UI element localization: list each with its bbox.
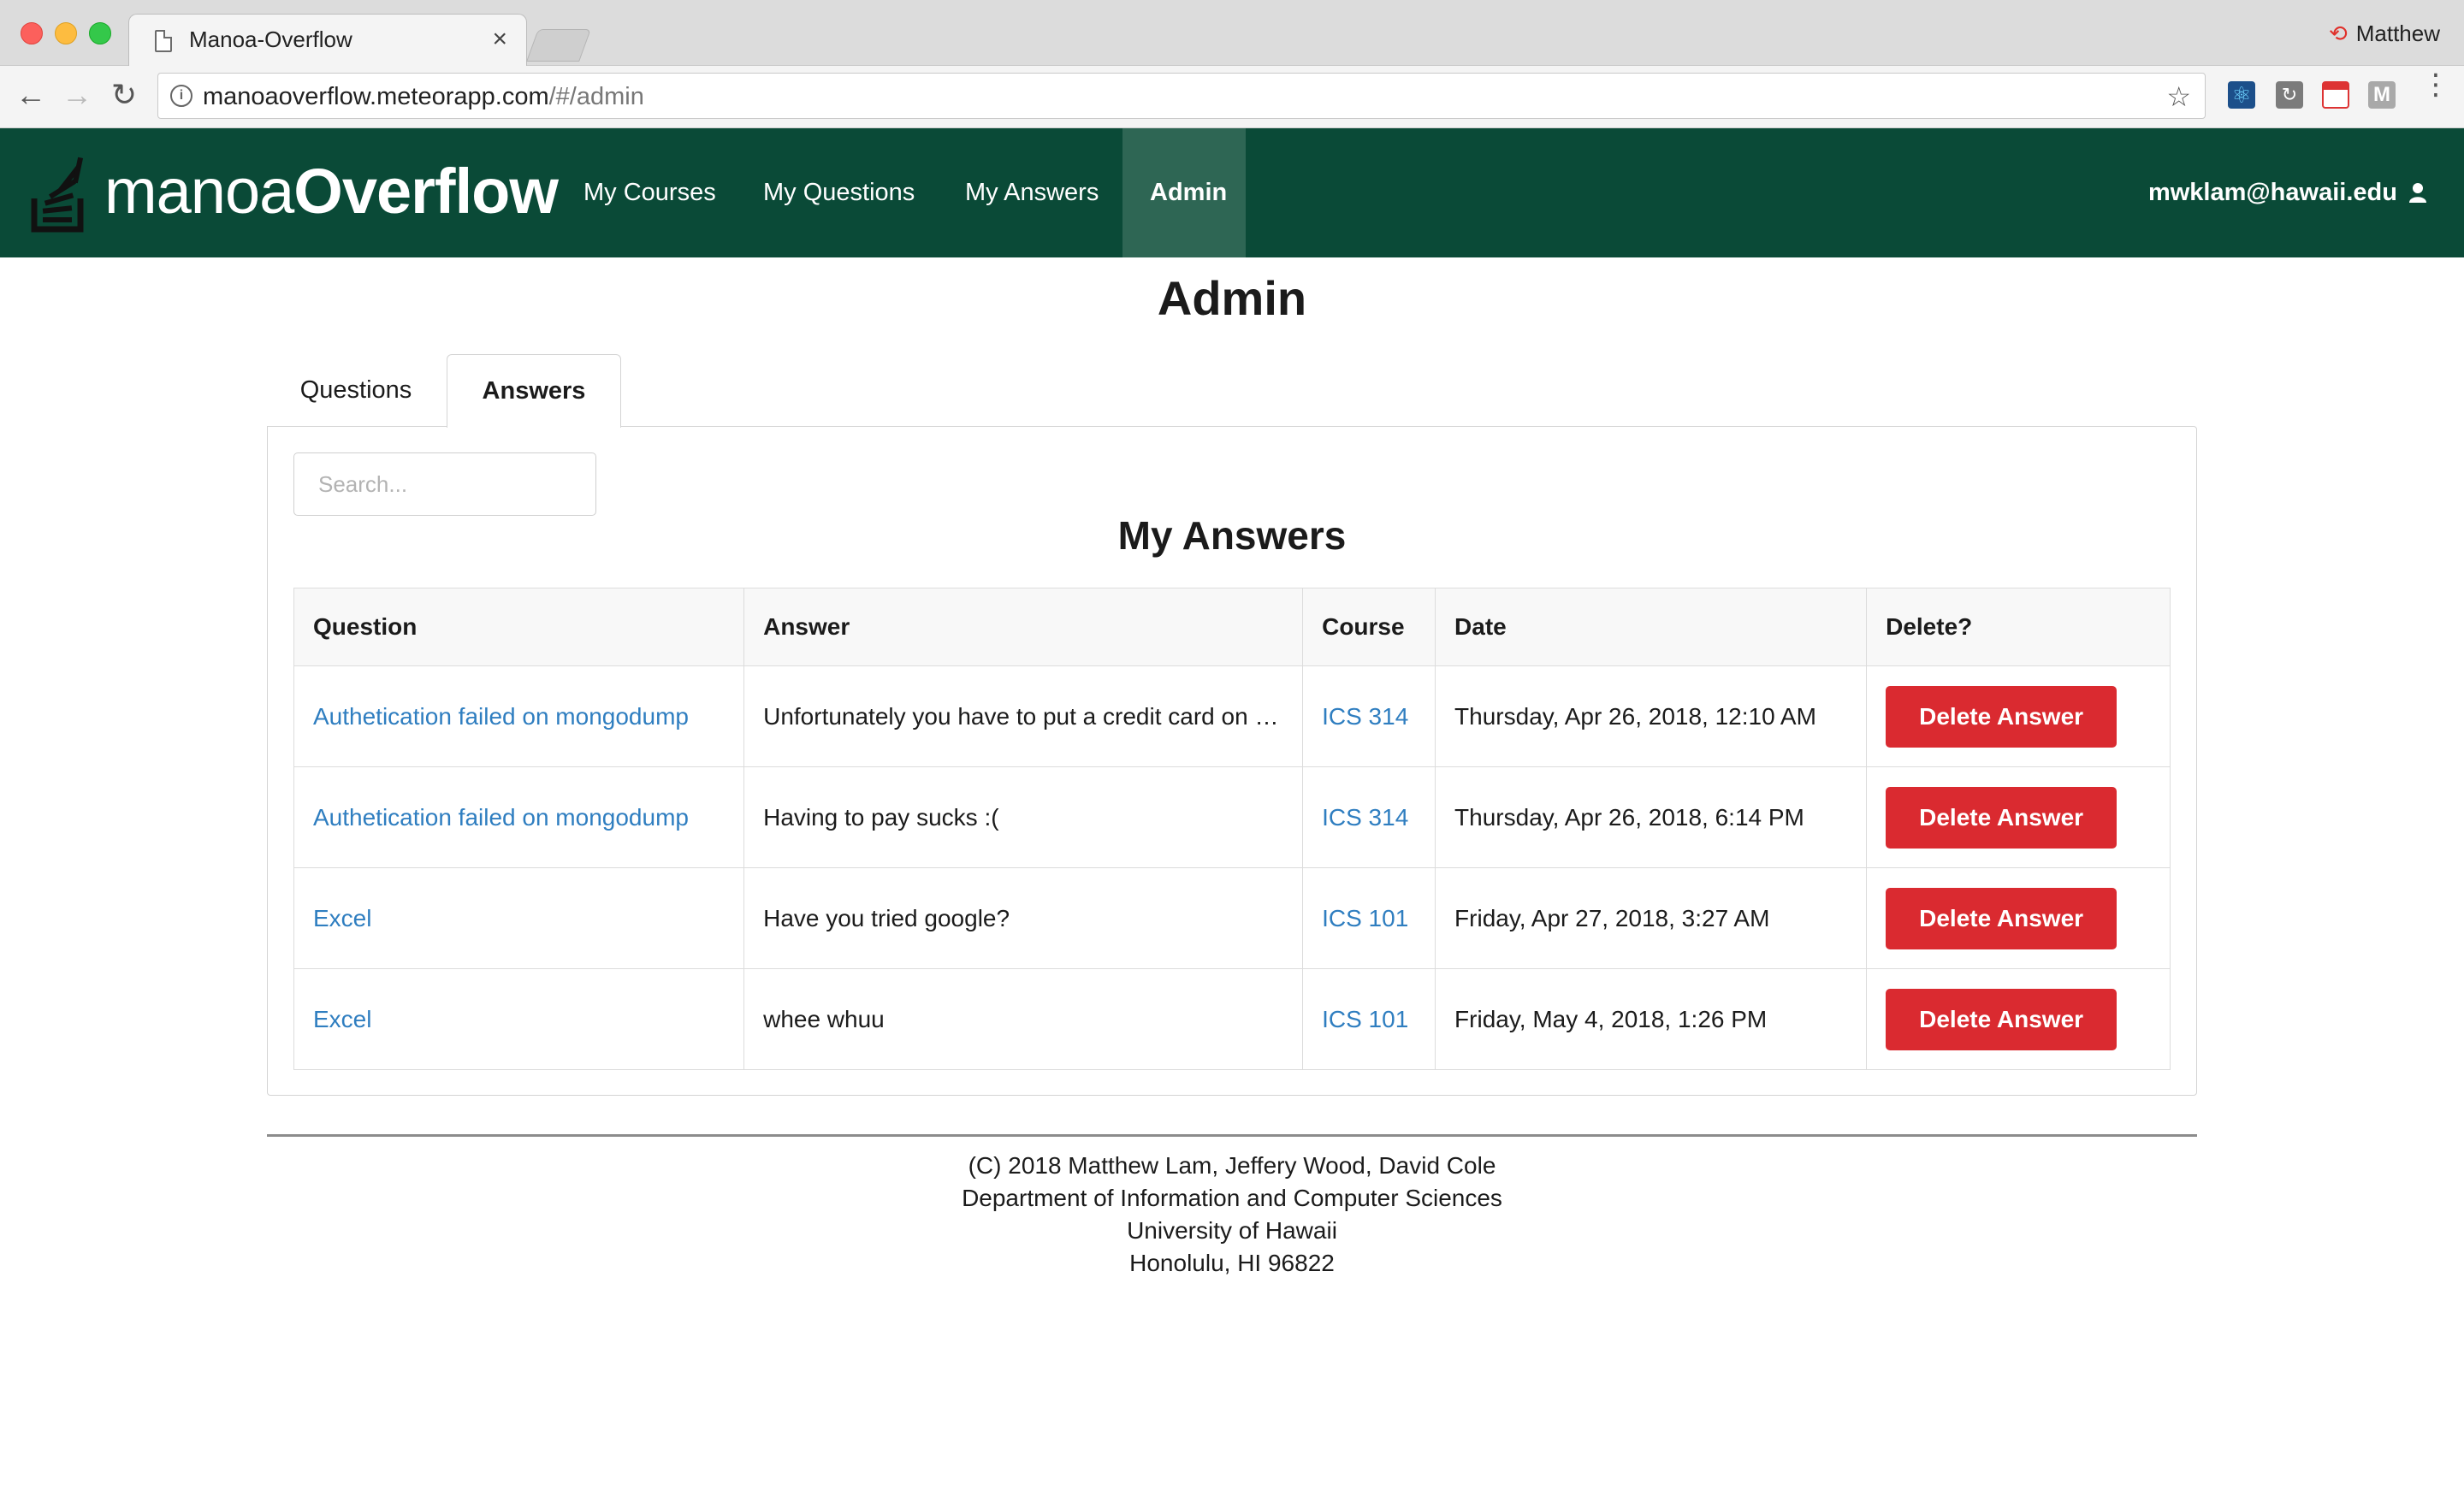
- delete-answer-button[interactable]: Delete Answer: [1886, 786, 2118, 849]
- footer-address: Honolulu, HI 96822: [1129, 1250, 1335, 1276]
- brand-logo-text[interactable]: manoaOverflow: [104, 156, 559, 227]
- url-path: /#/admin: [548, 83, 644, 110]
- answers-table: Question Answer Course Date Delete? Auth…: [293, 588, 2171, 1070]
- question-link[interactable]: Excel: [313, 905, 371, 931]
- course-cell: ICS 314: [1302, 766, 1436, 868]
- calendar-extension-icon[interactable]: [2322, 81, 2349, 109]
- footer-university: University of Hawaii: [1127, 1217, 1337, 1244]
- date-cell: Thursday, Apr 26, 2018, 6:14 PM: [1435, 766, 1868, 868]
- answer-cell: whee whuu: [743, 968, 1304, 1070]
- question-cell: Authetication failed on mongodump: [293, 766, 745, 868]
- footer-copyright: (C) 2018 Matthew Lam, Jeffery Wood, Davi…: [968, 1152, 1496, 1179]
- delete-answer-button[interactable]: Delete Answer: [1886, 685, 2118, 748]
- extension-icon[interactable]: ↻: [2276, 81, 2303, 109]
- document-icon: [155, 30, 172, 52]
- answer-text: whee whuu: [763, 1005, 885, 1032]
- sync-error-icon: ⟲: [2328, 21, 2348, 46]
- nav-my-answers[interactable]: My Answers: [938, 128, 1126, 257]
- browser-toolbar: ← → ↻ i manoaoverflow.meteorapp.com/#/ad…: [0, 66, 2464, 128]
- table-row: Excel Have you tried google? ICS 101 Fri…: [293, 867, 2171, 969]
- date-cell: Friday, May 4, 2018, 1:26 PM: [1435, 968, 1868, 1070]
- header-question: Question: [293, 588, 745, 666]
- question-link[interactable]: Authetication failed on mongodump: [313, 804, 689, 831]
- header-delete: Delete?: [1866, 588, 2171, 666]
- section-title: My Answers: [1117, 513, 1347, 558]
- footer-divider: [267, 1134, 2197, 1137]
- delete-cell: Delete Answer: [1866, 766, 2171, 868]
- tab-answers[interactable]: Answers: [447, 354, 621, 428]
- stack-logo-icon[interactable]: [31, 152, 92, 233]
- maximize-window-button[interactable]: [89, 22, 111, 44]
- new-tab-button[interactable]: [526, 29, 591, 62]
- delete-cell: Delete Answer: [1866, 968, 2171, 1070]
- footer: (C) 2018 Matthew Lam, Jeffery Wood, Davi…: [0, 1150, 2464, 1280]
- table-row: Excel whee whuu ICS 101 Friday, May 4, 2…: [293, 968, 2171, 1070]
- delete-cell: Delete Answer: [1866, 867, 2171, 969]
- answer-cell: Having to pay sucks :(: [743, 766, 1304, 868]
- browser-menu-icon[interactable]: ⋮: [2421, 70, 2450, 99]
- date-cell: Friday, Apr 27, 2018, 3:27 AM: [1435, 867, 1868, 969]
- table-row: Authetication failed on mongodump Having…: [293, 766, 2171, 868]
- delete-cell: Delete Answer: [1866, 665, 2171, 767]
- question-link[interactable]: Authetication failed on mongodump: [313, 703, 689, 730]
- course-cell: ICS 314: [1302, 665, 1436, 767]
- tab-questions[interactable]: Questions: [267, 354, 445, 427]
- course-link[interactable]: ICS 101: [1322, 905, 1408, 931]
- tab-close-icon[interactable]: ×: [492, 25, 507, 54]
- header-answer: Answer: [743, 588, 1304, 666]
- browser-titlebar: Manoa-Overflow × ⟲ Matthew: [0, 0, 2464, 67]
- user-account-link[interactable]: mwklam@hawaii.edu: [2148, 128, 2426, 257]
- delete-answer-button[interactable]: Delete Answer: [1886, 887, 2118, 949]
- course-link[interactable]: ICS 314: [1322, 703, 1408, 730]
- answers-panel: My Answers Question Answer Course Date D…: [267, 426, 2197, 1096]
- question-cell: Excel: [293, 968, 745, 1070]
- course-cell: ICS 101: [1302, 968, 1436, 1070]
- search-input[interactable]: [293, 452, 596, 516]
- profile-name: Matthew: [2355, 21, 2440, 46]
- answer-text: Having to pay sucks :(: [763, 803, 999, 831]
- question-link[interactable]: Excel: [313, 1006, 371, 1032]
- answer-text: Unfortunately you have to put a credit c…: [763, 702, 1284, 730]
- brand-bold: Overflow: [293, 156, 559, 227]
- react-devtools-extension-icon[interactable]: ⚛: [2228, 81, 2255, 109]
- address-bar[interactable]: i manoaoverflow.meteorapp.com/#/admin ☆: [157, 73, 2206, 119]
- header-course: Course: [1302, 588, 1436, 666]
- url-host: manoaoverflow.meteorapp.com: [203, 83, 549, 110]
- course-link[interactable]: ICS 314: [1322, 804, 1408, 831]
- question-cell: Authetication failed on mongodump: [293, 665, 745, 767]
- nav-my-courses[interactable]: My Courses: [556, 128, 743, 257]
- browser-profile[interactable]: ⟲ Matthew: [2329, 21, 2440, 47]
- nav-my-questions[interactable]: My Questions: [736, 128, 942, 257]
- brand-light: manoa: [104, 156, 294, 227]
- footer-department: Department of Information and Computer S…: [962, 1185, 1502, 1211]
- answer-cell: Have you tried google?: [743, 867, 1304, 969]
- app-navbar: manoaOverflow My Courses My Questions My…: [0, 128, 2464, 257]
- url-text[interactable]: manoaoverflow.meteorapp.com/#/admin: [203, 83, 644, 111]
- back-arrow-icon[interactable]: ←: [15, 80, 46, 110]
- answer-text: Have you tried google?: [763, 904, 1010, 931]
- minimize-window-button[interactable]: [55, 22, 77, 44]
- close-window-button[interactable]: [21, 22, 43, 44]
- m-extension-icon[interactable]: M: [2368, 81, 2396, 109]
- browser-tab-title: Manoa-Overflow: [189, 27, 352, 52]
- user-icon: [2409, 183, 2426, 203]
- table-header-row: Question Answer Course Date Delete?: [293, 588, 2171, 666]
- forward-arrow-icon[interactable]: →: [62, 80, 92, 110]
- delete-answer-button[interactable]: Delete Answer: [1886, 988, 2118, 1050]
- answer-cell: Unfortunately you have to put a credit c…: [743, 665, 1304, 767]
- header-date: Date: [1435, 588, 1868, 666]
- course-link[interactable]: ICS 101: [1322, 1006, 1408, 1032]
- question-cell: Excel: [293, 867, 745, 969]
- browser-tab[interactable]: Manoa-Overflow ×: [128, 14, 527, 67]
- nav-admin[interactable]: Admin: [1122, 128, 1246, 257]
- reload-icon[interactable]: ↻: [111, 80, 137, 110]
- info-icon[interactable]: i: [170, 85, 192, 107]
- page-title: Admin: [1157, 271, 1307, 325]
- table-row: Authetication failed on mongodump Unfort…: [293, 665, 2171, 767]
- user-email: mwklam@hawaii.edu: [2147, 179, 2397, 206]
- course-cell: ICS 101: [1302, 867, 1436, 969]
- bookmark-star-icon[interactable]: ☆: [2166, 80, 2191, 113]
- date-cell: Thursday, Apr 26, 2018, 12:10 AM: [1435, 665, 1868, 767]
